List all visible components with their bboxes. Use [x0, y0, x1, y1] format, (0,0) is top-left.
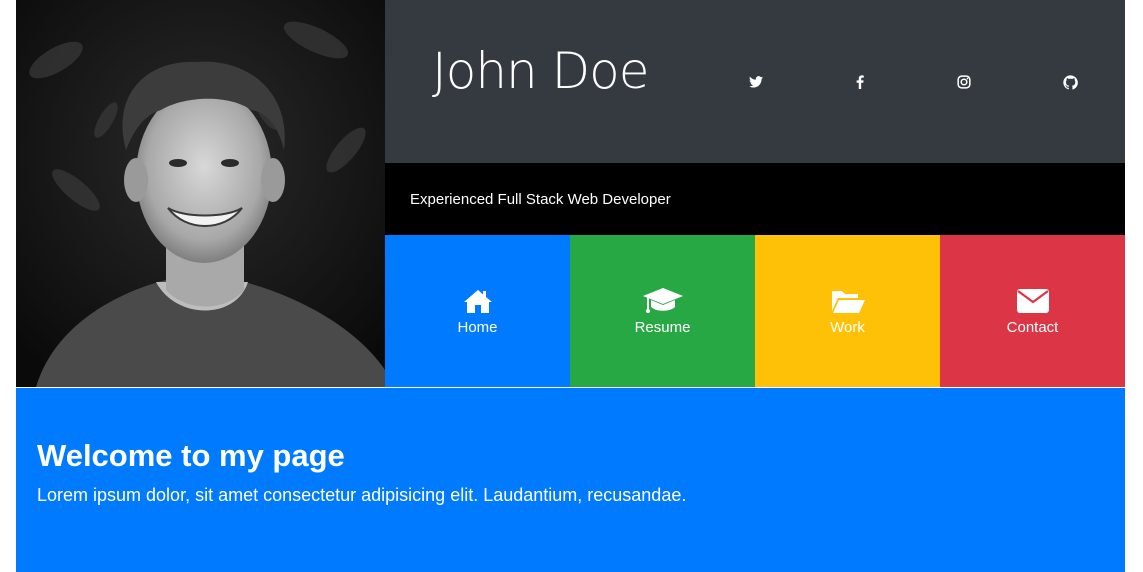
- folder-open-icon: [830, 286, 866, 316]
- nav-label-work: Work: [830, 319, 865, 336]
- nav-item-resume[interactable]: Resume: [570, 235, 755, 387]
- nav-item-work[interactable]: Work: [755, 235, 940, 387]
- nav-label-resume: Resume: [634, 319, 691, 336]
- welcome-text: Lorem ipsum dolor, sit amet consectetur …: [37, 485, 687, 505]
- github-icon: [1062, 74, 1078, 90]
- page: John Doe Experienced Full Stack Web Deve…: [0, 0, 1143, 572]
- welcome-heading: Welcome to my page: [37, 438, 345, 473]
- profile-name: John Doe: [432, 42, 649, 100]
- graduation-cap-icon: [642, 286, 684, 316]
- profile-photo: [16, 0, 385, 387]
- nav-label-home: Home: [457, 319, 498, 336]
- welcome-section: Welcome to my page Lorem ipsum dolor, si…: [16, 388, 1125, 572]
- twitter-icon: [749, 76, 763, 88]
- tagline-bar: Experienced Full Stack Web Developer: [385, 163, 1125, 235]
- main-nav: Home Resume Work Contact: [385, 235, 1125, 387]
- nav-item-home[interactable]: Home: [385, 235, 570, 387]
- facebook-icon: [856, 75, 864, 89]
- header: John Doe: [385, 0, 1125, 163]
- instagram-link[interactable]: [954, 72, 974, 92]
- nav-item-contact[interactable]: Contact: [940, 235, 1125, 387]
- instagram-icon: [957, 75, 971, 89]
- tagline: Experienced Full Stack Web Developer: [410, 191, 671, 208]
- facebook-link[interactable]: [850, 72, 870, 92]
- home-icon: [463, 286, 493, 316]
- envelope-icon: [1016, 286, 1050, 316]
- github-link[interactable]: [1060, 72, 1080, 92]
- nav-label-contact: Contact: [1006, 319, 1059, 336]
- twitter-link[interactable]: [746, 72, 766, 92]
